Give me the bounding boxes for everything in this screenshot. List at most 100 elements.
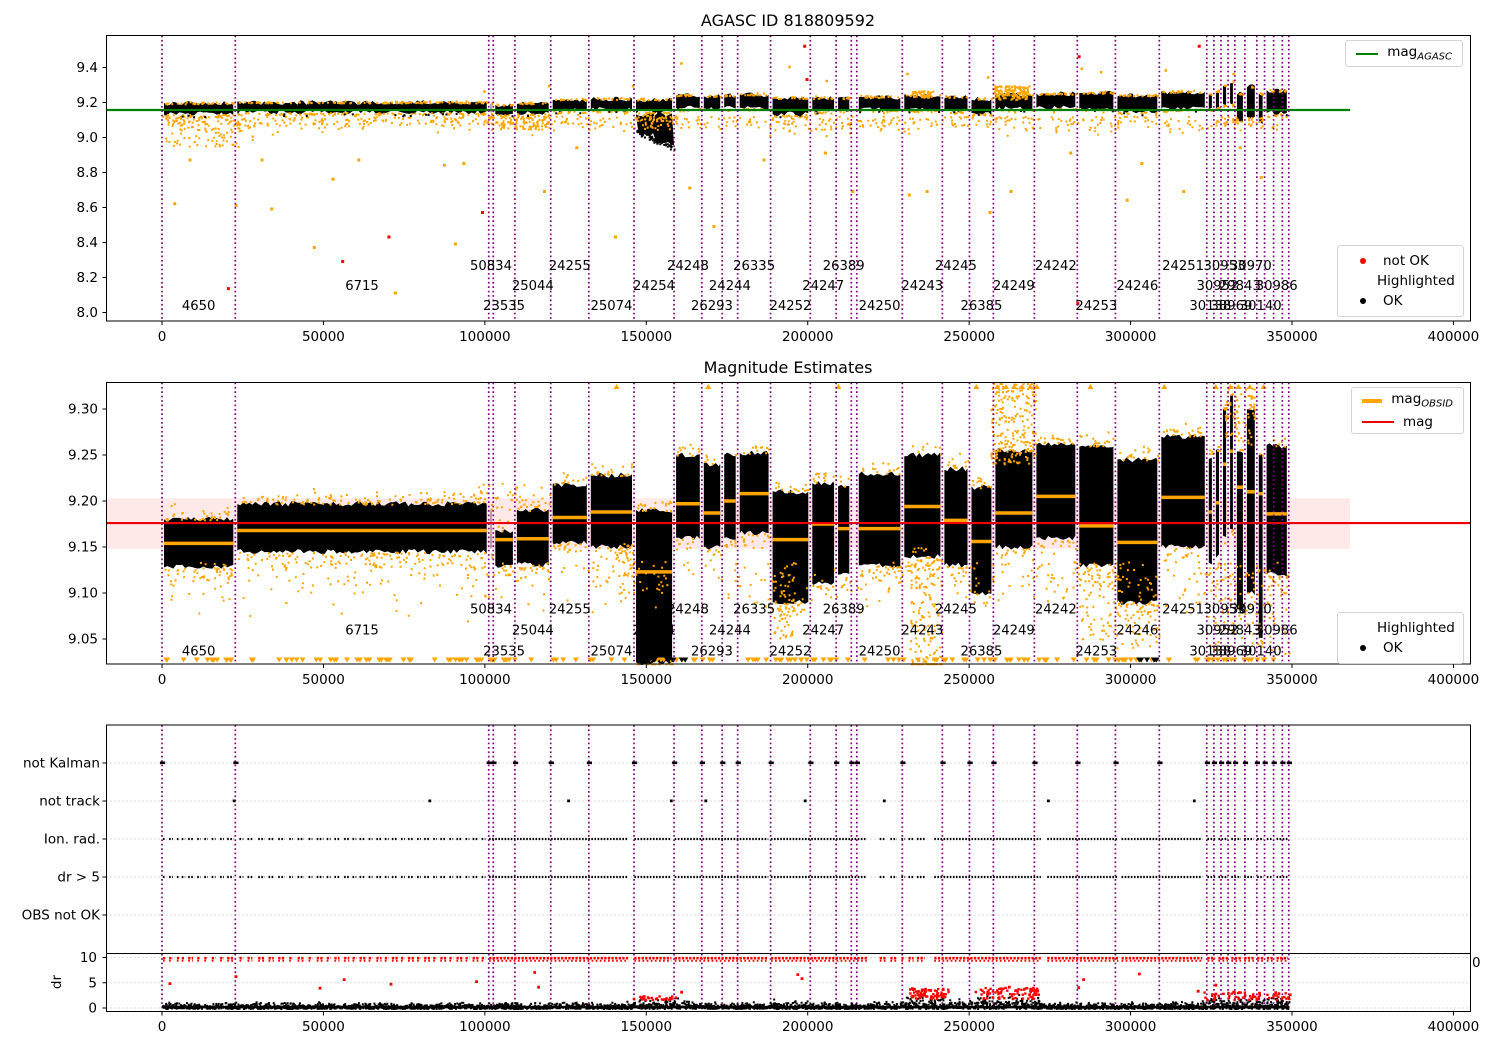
obsid-label: 24248 — [667, 603, 709, 618]
dr-ok-points — [162, 994, 1291, 1010]
agasc-magnitude-figure-svg: 4650671550834235352504424255250742425424… — [22, 35, 1480, 1035]
tick-label: 9.0 — [77, 130, 98, 146]
ok-band-24254 — [636, 507, 673, 665]
obsid-label: 24247 — [802, 624, 844, 639]
tick-label: 0 — [158, 672, 167, 688]
ok-band-24251 — [1161, 90, 1205, 111]
ok-band-30138 — [1208, 93, 1212, 110]
obsid-label: 50834 — [470, 259, 512, 274]
obsid-label: 26335 — [733, 259, 775, 274]
tick-label: 50000 — [302, 329, 345, 345]
obsid-label: 25044 — [512, 279, 554, 294]
legend-label: not OK — [1383, 253, 1429, 269]
tick-label: 0 — [158, 329, 167, 345]
obsid-label: 25074 — [590, 645, 632, 660]
tick-label: 100000 — [459, 1019, 511, 1035]
tick-label: 8.4 — [77, 235, 98, 251]
obsid-label: 24253 — [1075, 645, 1117, 660]
mid-panel-title: Magnitude Estimates — [703, 358, 873, 377]
tick-label: 200000 — [782, 672, 834, 688]
obsid-label: 26385 — [960, 645, 1002, 660]
ok-band-30986 — [1266, 88, 1287, 116]
obsid-label: 25044 — [512, 624, 554, 639]
tick-label: 8.8 — [77, 165, 98, 181]
obsid-label: 4650 — [182, 645, 216, 660]
ok-dot-swatch — [1360, 298, 1366, 304]
ok-band-30953 — [1223, 85, 1227, 105]
ok-band-24242 — [1036, 442, 1076, 541]
ok-band-24248 — [676, 452, 700, 541]
legend-item-not-ok: not OK — [1348, 253, 1453, 269]
tick-label: 9.2 — [77, 95, 98, 111]
ok-band-24246 — [1117, 457, 1158, 605]
legend-top-markers: not OK Highlighted OK — [1337, 245, 1464, 317]
obsid-label: 24255 — [549, 259, 591, 274]
ok-band-24244 — [724, 452, 736, 540]
mag-agasc-line-swatch — [1356, 52, 1379, 55]
legend-label: magOBSID — [1391, 391, 1453, 410]
legend-item-mag-agasc: magAGASC — [1356, 44, 1452, 63]
obsid-label: 23535 — [483, 299, 525, 314]
dr-red-points — [168, 971, 1292, 1002]
tick-label: 100000 — [459, 329, 511, 345]
clipped-tick-label: 0 — [1472, 955, 1481, 971]
ok-band-50834 — [490, 509, 492, 549]
legend-item-highlighted: Highlighted — [1348, 620, 1455, 636]
obsid-label: 25074 — [590, 299, 632, 314]
legend-mid-markers: Highlighted OK — [1337, 612, 1464, 664]
tick-label: 250000 — [943, 329, 995, 345]
tick-label: 9.20 — [68, 494, 98, 510]
obsid-label: 29843 — [1219, 624, 1261, 639]
obsid-label: 24242 — [1035, 603, 1077, 618]
ok-band-24255 — [552, 482, 587, 545]
legend-label: OK — [1383, 293, 1403, 309]
dr-panel: 0 5 10 — [80, 950, 1471, 1017]
tick-label: 5 — [88, 975, 97, 991]
ok-band-24253 — [1079, 443, 1114, 568]
flag-category-label: OBS not OK — [22, 908, 102, 924]
legend-label: magAGASC — [1387, 44, 1452, 63]
obsid-label: 24247 — [802, 279, 844, 294]
tick-label: 10 — [80, 950, 97, 966]
obsid-label: 26385 — [960, 299, 1002, 314]
obsid-label: 24244 — [709, 624, 751, 639]
obsid-label: 24254 — [633, 279, 675, 294]
ok-band-24249 — [995, 448, 1033, 550]
dr-axis-ylabel: dr — [49, 974, 66, 990]
ok-band-29843 — [1236, 91, 1243, 123]
obsid-label: 24248 — [667, 259, 709, 274]
obsid-label: 30140 — [1240, 299, 1282, 314]
ok-band-24252 — [772, 489, 809, 605]
legend-label: Highlighted — [1377, 620, 1455, 636]
tick-label: 9.25 — [68, 448, 98, 464]
legend-mag-agasc: magAGASC — [1345, 40, 1463, 67]
ok-band-26293 — [703, 94, 721, 111]
obsid-label: 24255 — [549, 603, 591, 618]
tick-label: 200000 — [782, 1019, 834, 1035]
legend-item-highlighted: Highlighted — [1348, 273, 1455, 289]
obsid-label: 30970 — [1230, 603, 1272, 618]
obsid-label: 24245 — [935, 259, 977, 274]
ok-band-6715 — [237, 501, 487, 555]
tick-label: 250000 — [943, 1019, 995, 1035]
obsid-label: 26335 — [733, 603, 775, 618]
obsid-label: 50834 — [470, 603, 512, 618]
ok-band-24245 — [944, 466, 968, 568]
tick-label: 400000 — [1428, 1019, 1480, 1035]
legend-item-mag-obsid: magOBSID — [1362, 391, 1453, 410]
obsid-label: 24251 — [1162, 603, 1204, 618]
obsid-label: 24250 — [859, 645, 901, 660]
tick-label: 200000 — [782, 329, 834, 345]
flags-panel: not Kalman not track Ion. rad. dr > 5 OBS no… — [22, 756, 1471, 924]
obsid-label: 6715 — [345, 279, 379, 294]
tick-label: 100000 — [459, 672, 511, 688]
flag-category-label: Ion. rad. — [44, 832, 100, 848]
tick-label: 9.15 — [68, 540, 98, 556]
obsid-label: 26389 — [823, 603, 865, 618]
tick-label: 250000 — [943, 672, 995, 688]
tick-label: 300000 — [1105, 1019, 1157, 1035]
obsid-label: 23535 — [483, 645, 525, 660]
legend-item-ok: OK — [1348, 293, 1453, 309]
obsid-label: 24252 — [769, 645, 811, 660]
ok-band-38969 — [1230, 83, 1233, 105]
